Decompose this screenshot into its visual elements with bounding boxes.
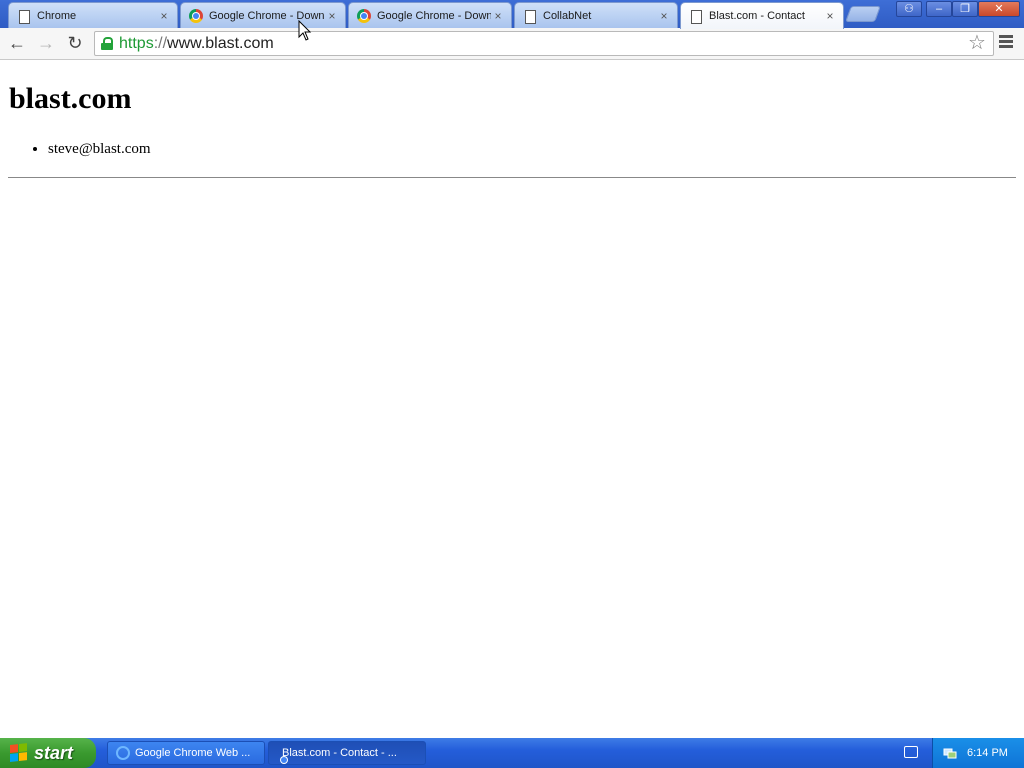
start-button[interactable]: start xyxy=(0,738,96,768)
browser-toolbar: ← → ↻ https://www.blast.com ☆ xyxy=(0,28,1024,60)
forward-button[interactable]: → xyxy=(34,32,58,56)
new-tab-button[interactable] xyxy=(845,6,881,22)
tab-google-chrome-download-2[interactable]: Google Chrome - Downl × xyxy=(348,2,512,28)
document-icon xyxy=(523,9,537,24)
windows-flag-icon xyxy=(10,743,28,763)
reload-button[interactable]: ↻ xyxy=(63,32,87,56)
bookmark-star-icon[interactable]: ☆ xyxy=(966,32,988,54)
tab-title: Chrome xyxy=(37,9,77,22)
profile-button[interactable]: ⚇ xyxy=(896,1,922,17)
ie-icon xyxy=(116,746,130,760)
clock[interactable]: 6:14 PM xyxy=(967,747,1008,759)
mouse-cursor-icon xyxy=(298,20,312,41)
restore-button[interactable]: ❐ xyxy=(952,1,978,17)
tab-strip: Chrome × Google Chrome - Downl × Google … xyxy=(0,0,1024,29)
divider xyxy=(8,177,1016,178)
taskbar-button-chrome-web[interactable]: Google Chrome Web ... xyxy=(107,741,265,765)
taskbar: start Google Chrome Web ... Blast.com - … xyxy=(0,738,1024,768)
system-tray: 6:14 PM xyxy=(932,738,1024,768)
keyboard-icon[interactable] xyxy=(904,746,918,758)
close-icon[interactable]: × xyxy=(823,9,837,23)
page-heading: blast.com xyxy=(9,82,132,115)
tab-chrome[interactable]: Chrome × xyxy=(8,2,178,28)
network-icon[interactable] xyxy=(943,746,957,760)
tab-google-chrome-download-1[interactable]: Google Chrome - Downl × xyxy=(180,2,346,28)
url-separator: :// xyxy=(153,34,168,52)
url-host: www.blast.com xyxy=(167,34,274,52)
close-icon[interactable]: × xyxy=(157,9,171,23)
address-bar[interactable]: https://www.blast.com xyxy=(94,31,994,56)
back-button[interactable]: ← xyxy=(5,32,29,56)
minimize-button[interactable]: – xyxy=(926,1,952,17)
contact-email[interactable]: steve@blast.com xyxy=(48,141,151,158)
page-content: blast.com steve@blast.com xyxy=(0,61,1024,738)
tab-title: CollabNet xyxy=(543,9,592,22)
tab-collabnet[interactable]: CollabNet × xyxy=(514,2,678,28)
url-text[interactable]: https://www.blast.com xyxy=(119,35,274,53)
menu-icon[interactable] xyxy=(999,35,1013,49)
taskbar-button-blast-contact[interactable]: Blast.com - Contact - ... xyxy=(268,741,426,765)
document-icon xyxy=(689,9,703,24)
close-window-button[interactable]: ✕ xyxy=(978,1,1020,17)
chrome-icon xyxy=(189,8,203,23)
close-icon[interactable]: × xyxy=(491,9,505,23)
lock-icon[interactable] xyxy=(101,37,113,50)
start-label: start xyxy=(34,742,74,763)
chrome-icon xyxy=(357,8,371,23)
close-icon[interactable]: × xyxy=(657,9,671,23)
tab-blast-contact[interactable]: Blast.com - Contact × xyxy=(680,2,844,29)
document-icon xyxy=(17,9,31,24)
taskbar-button-label: Blast.com - Contact - ... xyxy=(282,747,397,759)
tab-title: Blast.com - Contact xyxy=(709,10,805,22)
close-icon[interactable]: × xyxy=(325,9,339,23)
tab-title: Google Chrome - Downl xyxy=(377,9,491,22)
contact-list: steve@blast.com xyxy=(30,141,151,158)
taskbar-button-label: Google Chrome Web ... xyxy=(135,747,251,759)
url-scheme: https xyxy=(119,34,154,52)
